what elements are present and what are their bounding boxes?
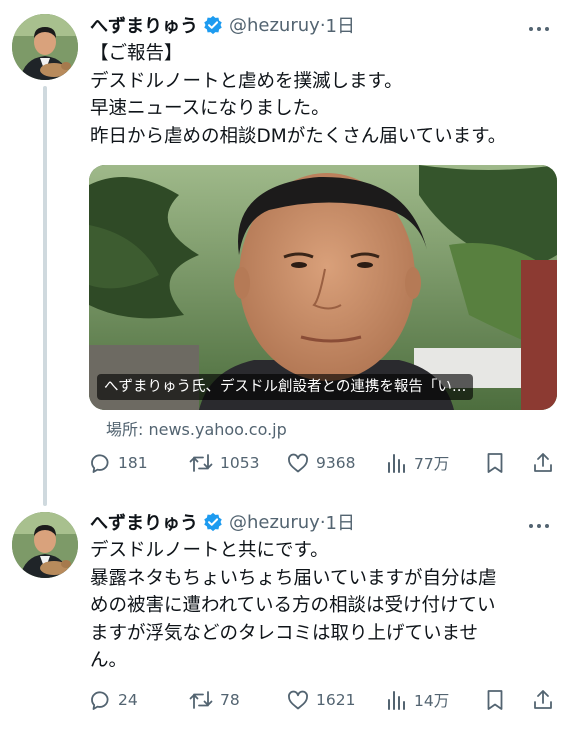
retweet-button[interactable]: 78 xyxy=(188,687,240,713)
card-caption[interactable]: へずまりゅう氏、デスドル創設者との連携を報告「い… xyxy=(97,374,474,400)
bookmark-button[interactable] xyxy=(484,687,506,713)
tweet-line: 暴露ネタもちょいちょち届いていますが自分は虐 xyxy=(90,567,497,589)
tweet-2[interactable]: へずまりゅう @hezuruy · 1日 デスドルノートと共にです。 暴露ネタも… xyxy=(0,500,570,735)
thread-line xyxy=(43,86,47,506)
verified-badge-icon xyxy=(204,15,222,35)
bookmark-button[interactable] xyxy=(484,450,506,476)
views-count: 14万 xyxy=(414,692,450,710)
more-icon[interactable] xyxy=(528,13,550,37)
tweet-line: 【ご報告】 xyxy=(90,43,183,64)
views-button[interactable]: 77万 xyxy=(386,450,449,476)
card-source[interactable]: 場所: news.yahoo.co.jp xyxy=(106,416,287,440)
verified-badge-icon xyxy=(204,512,222,532)
retweet-icon xyxy=(189,691,213,709)
views-count: 77万 xyxy=(414,455,450,473)
tweet-header: へずまりゅう @hezuruy · 1日 xyxy=(90,507,560,537)
tweet-header: へずまりゅう @hezuruy · 1日 xyxy=(90,10,560,40)
tweet-line: デスドルノートと虐めを撲滅します。 xyxy=(90,70,403,92)
share-icon xyxy=(534,453,552,472)
tweet-line: ん。 xyxy=(90,650,128,671)
tweet-line: めの被害に遭われている方の相談は受け付けてい xyxy=(90,595,496,616)
reply-button[interactable]: 181 xyxy=(88,450,148,476)
share-button[interactable] xyxy=(531,687,555,713)
retweet-button[interactable]: 1053 xyxy=(188,450,259,476)
action-bar: 24 78 1621 14万 xyxy=(88,687,560,713)
avatar[interactable] xyxy=(12,512,78,578)
bookmark-icon xyxy=(487,690,503,710)
retweet-count: 78 xyxy=(220,691,240,709)
views-icon xyxy=(388,691,405,710)
timestamp[interactable]: 1日 xyxy=(326,509,355,535)
action-bar: 181 1053 9368 77万 xyxy=(88,450,560,476)
like-button[interactable]: 1621 xyxy=(286,687,355,713)
reply-count: 24 xyxy=(118,691,138,709)
like-button[interactable]: 9368 xyxy=(286,450,355,476)
like-count: 1621 xyxy=(316,691,356,709)
views-icon xyxy=(388,454,405,473)
link-card[interactable]: へずまりゅう氏、デスドル創設者との連携を報告「い… xyxy=(89,165,557,410)
retweet-icon xyxy=(189,454,213,472)
reply-icon xyxy=(91,454,109,473)
tweet-line: デスドルノートと共にです。 xyxy=(90,540,329,561)
like-icon xyxy=(288,690,308,710)
more-icon[interactable] xyxy=(528,510,550,534)
tweet-1[interactable]: へずまりゅう @hezuruy · 1日 【ご報告】 デスドルノートと虐めを撲滅… xyxy=(0,0,570,506)
tweet-text: デスドルノートと共にです。 暴露ネタもちょいちょち届いていますが自分は虐 めの被… xyxy=(90,537,556,675)
views-button[interactable]: 14万 xyxy=(386,687,449,713)
timestamp[interactable]: 1日 xyxy=(326,12,355,38)
author-handle[interactable]: @hezuruy xyxy=(229,512,320,533)
author-name[interactable]: へずまりゅう xyxy=(90,12,198,38)
tweet-line: 昨日から虐めの相談DMがたくさん届いています。 xyxy=(90,125,507,147)
tweet-line: ますが浮気などのタレコミは取り上げていませ xyxy=(90,622,478,644)
reply-count: 181 xyxy=(118,454,148,472)
like-icon xyxy=(288,453,308,473)
avatar[interactable] xyxy=(12,14,78,80)
reply-icon xyxy=(91,691,109,710)
retweet-count: 1053 xyxy=(220,454,260,472)
author-name[interactable]: へずまりゅう xyxy=(90,509,198,535)
author-handle[interactable]: @hezuruy xyxy=(229,15,320,36)
bookmark-icon xyxy=(487,453,503,473)
share-icon xyxy=(534,690,552,709)
tweet-text: 【ご報告】 デスドルノートと虐めを撲滅します。 早速ニュースになりました。 昨日… xyxy=(90,40,556,150)
like-count: 9368 xyxy=(316,454,356,472)
reply-button[interactable]: 24 xyxy=(88,687,138,713)
tweet-line: 早速ニュースになりました。 xyxy=(90,98,330,119)
share-button[interactable] xyxy=(531,450,555,476)
